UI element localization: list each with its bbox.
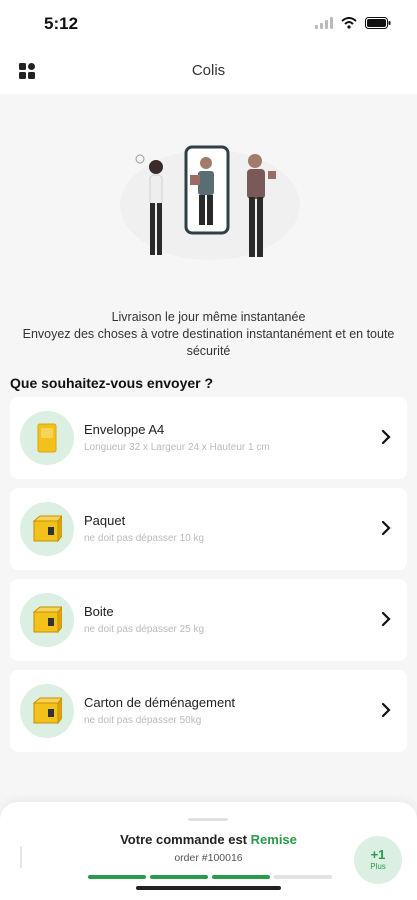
section-title: Que souhaitez-vous envoyer ?: [10, 375, 214, 391]
option-title: Carton de déménagement: [84, 695, 236, 710]
progress-segment: [150, 875, 208, 879]
box-icon-bg: [20, 593, 74, 647]
chevron-right-icon: [381, 429, 391, 445]
hero-illustration: [110, 135, 310, 275]
box-icon-bg: [20, 684, 74, 738]
envelope-icon: [37, 423, 57, 458]
box-icon: [32, 696, 64, 730]
box-icon: [32, 605, 64, 639]
option-card-carton[interactable]: Carton de déménagement ne doit pas dépas…: [10, 670, 407, 752]
more-orders-count: +1: [370, 847, 386, 862]
option-title: Paquet: [84, 513, 126, 528]
progress-segment: [212, 875, 270, 879]
chevron-right-icon: [381, 702, 391, 718]
page-title: Colis: [191, 62, 226, 79]
chevron-right-icon: [381, 611, 391, 627]
option-subtitle: ne doit pas dépasser 25 kg: [84, 624, 205, 635]
option-card-enveloppe[interactable]: Enveloppe A4 Longueur 32 x Largeur 24 x …: [10, 397, 407, 479]
signal-icon: [315, 16, 333, 34]
option-subtitle: ne doit pas dépasser 10 kg: [84, 533, 205, 544]
drag-handle[interactable]: [188, 818, 228, 821]
envelope-icon-bg: [20, 411, 74, 465]
order-status: Votre commande est Remise: [0, 832, 417, 847]
option-subtitle: ne doit pas dépasser 50kg: [84, 715, 202, 726]
progress-segment: [88, 875, 146, 879]
promo-description: Envoyez des choses à votre destination i…: [22, 327, 395, 358]
box-icon: [32, 514, 64, 548]
order-progress: [88, 875, 332, 879]
option-card-boite[interactable]: Boite ne doit pas dépasser 25 kg: [10, 579, 407, 661]
battery-icon: [365, 16, 391, 34]
order-status-prefix: Votre commande est: [120, 832, 248, 847]
progress-segment: [274, 875, 332, 879]
more-orders-button[interactable]: +1 Plus: [354, 836, 402, 884]
app-header: Colis: [0, 48, 417, 94]
home-indicator[interactable]: [136, 886, 281, 890]
box-icon-bg: [20, 502, 74, 556]
promo-text: Livraison le jour même instantanée Envoy…: [10, 309, 407, 360]
option-card-paquet[interactable]: Paquet ne doit pas dépasser 10 kg: [10, 488, 407, 570]
more-orders-label: Plus: [370, 862, 386, 871]
status-time: 5:12: [44, 14, 79, 33]
wifi-icon: [341, 16, 357, 34]
status-bar: 5:12: [0, 0, 417, 48]
option-subtitle: Longueur 32 x Largeur 24 x Hauteur 1 cm: [84, 442, 270, 453]
option-title: Enveloppe A4: [84, 422, 165, 437]
chevron-right-icon: [381, 520, 391, 536]
option-title: Boite: [84, 604, 114, 619]
order-status-value: Remise: [250, 832, 297, 847]
promo-headline: Livraison le jour même instantanée: [111, 310, 306, 324]
status-icons: [315, 16, 391, 34]
